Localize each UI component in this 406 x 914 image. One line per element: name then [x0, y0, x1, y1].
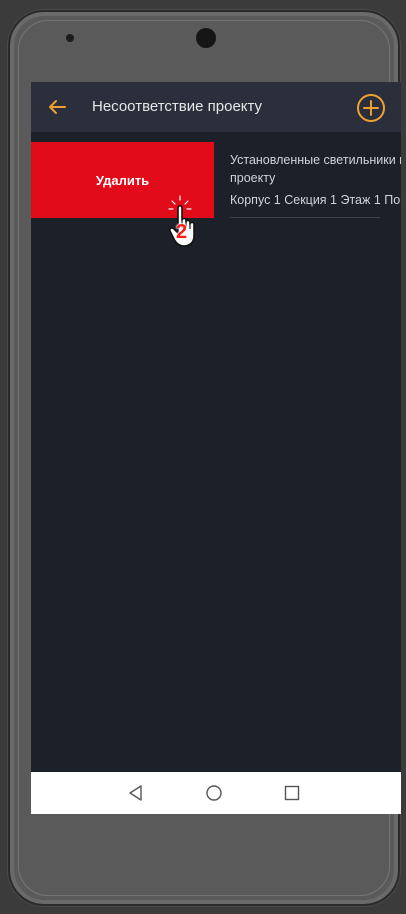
sensor-dot: [66, 34, 74, 42]
nav-back-button[interactable]: [124, 781, 148, 805]
list-item-title-continued: проекту: [230, 171, 276, 185]
nav-home-button[interactable]: [202, 781, 226, 805]
app-bar: Несоответствие проекту: [31, 82, 401, 132]
page-title: Несоответствие проекту: [92, 98, 263, 115]
add-button[interactable]: [355, 92, 387, 124]
square-recent-icon: [284, 785, 300, 801]
list-item: Удалить Установленные светильники не соо…: [31, 142, 401, 218]
list-item-title: Установленные светильники не соответству…: [230, 153, 401, 167]
list-item-location: Корпус 1 Секция 1 Этаж 1 Помещение 1: [230, 193, 401, 207]
nav-recent-button[interactable]: [280, 781, 304, 805]
circle-home-icon: [206, 785, 222, 801]
front-camera: [196, 28, 216, 48]
step-number: 2: [176, 221, 188, 243]
system-nav-bar: [31, 772, 401, 814]
arrow-left-icon: [49, 100, 66, 114]
plus-circle-icon: [357, 94, 385, 122]
list-item-content[interactable]: Установленные светильники не соответству…: [214, 142, 401, 218]
list-divider: [230, 217, 380, 218]
triangle-back-icon: [129, 785, 142, 801]
back-button[interactable]: [45, 94, 69, 120]
device-stage: Несоответствие проекту Удалить Установле…: [0, 0, 406, 914]
app-screen: Несоответствие проекту Удалить Установле…: [31, 82, 401, 814]
